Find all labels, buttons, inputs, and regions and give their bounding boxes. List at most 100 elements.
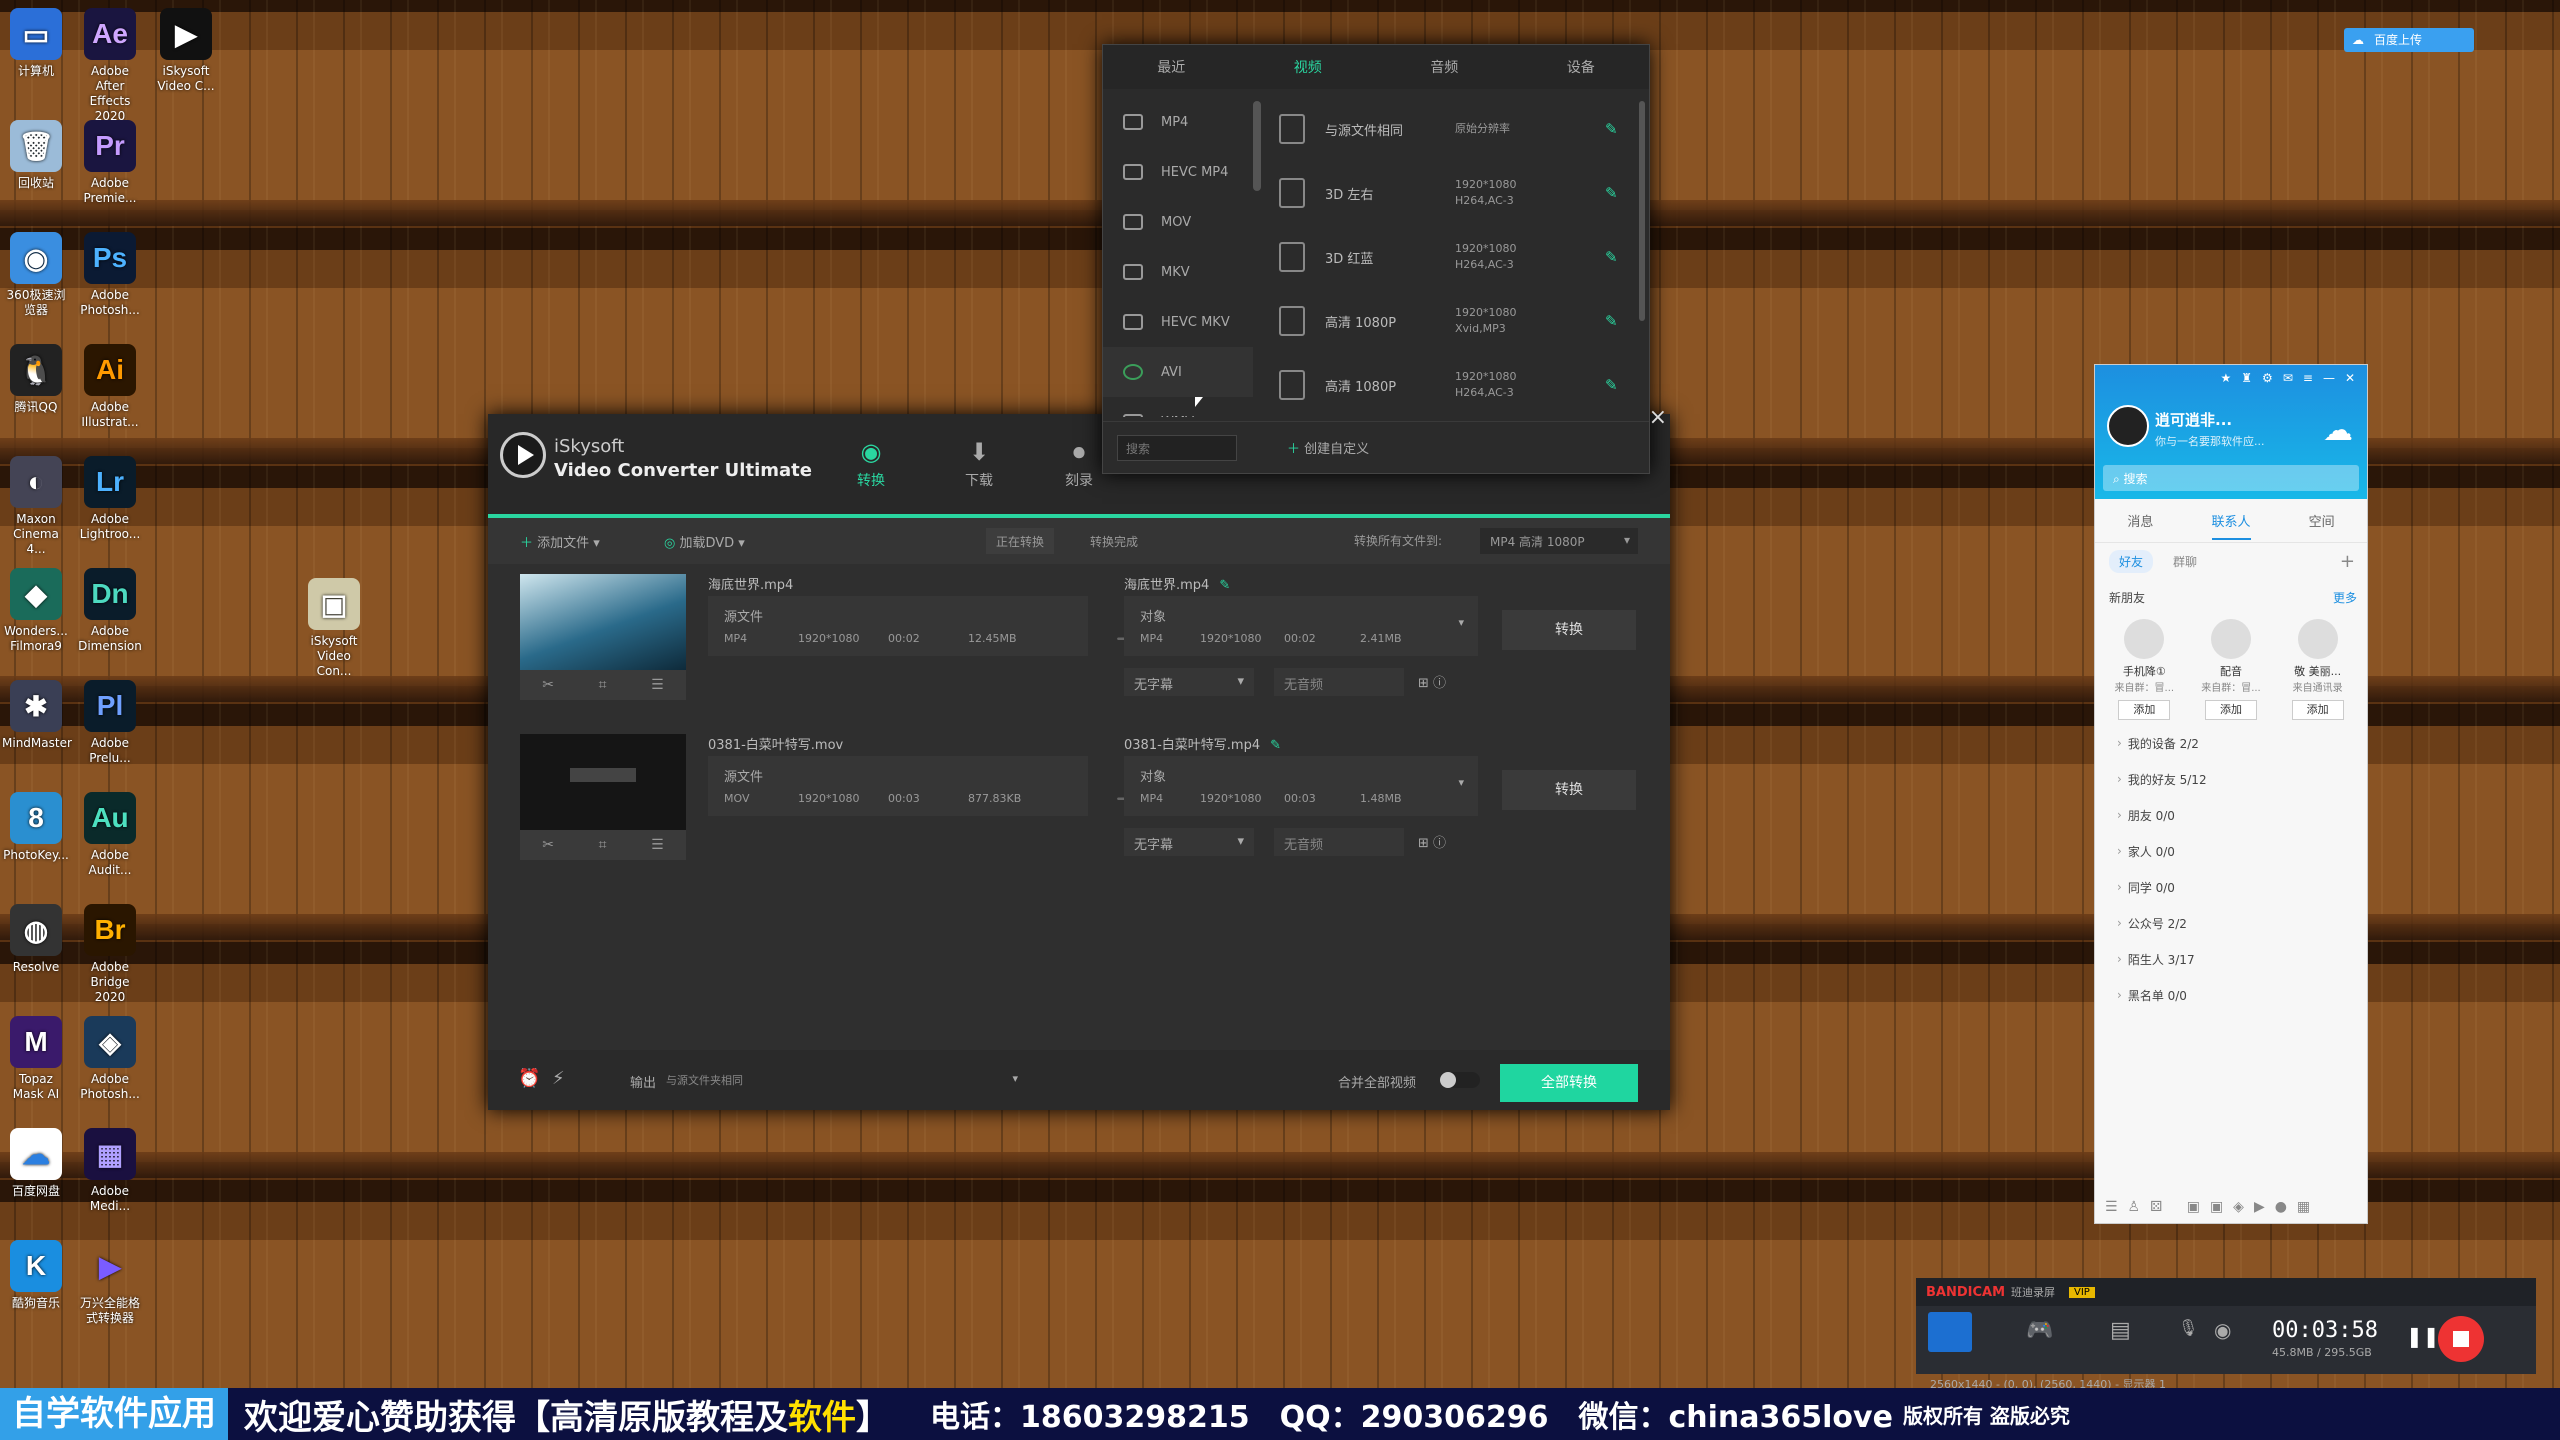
- create-custom-button[interactable]: ＋ 创建自定义: [1287, 438, 1369, 457]
- desktop-icon[interactable]: ▶ iSkysoft Video C...: [152, 8, 220, 94]
- preset-item[interactable]: 与源文件相同 原始分辨率 ✎: [1261, 97, 1641, 161]
- desktop-icon[interactable]: 🐧 腾讯QQ: [2, 344, 70, 415]
- format-item[interactable]: MKV: [1103, 247, 1253, 297]
- cut-icon[interactable]: ✂: [542, 677, 554, 693]
- baidu-upload-button[interactable]: ☁ 百度上传: [2344, 28, 2474, 52]
- merge-toggle[interactable]: [1440, 1072, 1480, 1088]
- edit-icon[interactable]: ✎: [1605, 376, 1618, 394]
- contact-group[interactable]: › 我的好友 5/12: [2095, 761, 2367, 797]
- desktop-icon[interactable]: Br Adobe Bridge 2020: [76, 904, 144, 1005]
- new-friends-header[interactable]: 新朋友 更多: [2095, 579, 2367, 615]
- format-item[interactable]: MOV: [1103, 197, 1253, 247]
- subtab-groups[interactable]: 群聊: [2173, 553, 2197, 570]
- audio-select[interactable]: 无音频: [1274, 668, 1404, 696]
- cut-icon[interactable]: ✂: [542, 837, 554, 853]
- qq-bottom-toolbar[interactable]: ☰♙⚄ ▣▣◈▶●▦: [2105, 1199, 2320, 1215]
- nav-convert[interactable]: ◉ 转换: [836, 438, 906, 490]
- game-mode-icon[interactable]: 🎮: [2026, 1318, 2053, 1343]
- contact-group[interactable]: › 黑名单 0/0: [2095, 977, 2367, 1013]
- minimize-icon[interactable]: —: [2323, 371, 2335, 385]
- format-item[interactable]: HEVC MKV: [1103, 297, 1253, 347]
- edit-icon[interactable]: ✎: [1605, 184, 1618, 202]
- close-icon[interactable]: ✕: [2345, 371, 2355, 385]
- gear-icon[interactable]: ⚙: [2262, 371, 2273, 385]
- preset-item[interactable]: 高清 1080P 1920*1080 Xvid,MP3 ✎: [1261, 289, 1641, 353]
- desktop-icon[interactable]: ▣ iSkysoft Video Con...: [300, 578, 368, 679]
- desktop-icon[interactable]: Pr Adobe Premie...: [76, 120, 144, 206]
- menu-icon[interactable]: ≡: [2303, 371, 2313, 385]
- target-info[interactable]: 对象 MP4 1920*1080 00:02 2.41MB ▾: [1124, 596, 1478, 656]
- tab-contacts[interactable]: 联系人: [2186, 511, 2277, 540]
- preset-item[interactable]: 3D 红蓝 1920*1080 H264,AC-3 ✎: [1261, 225, 1641, 289]
- convert-button[interactable]: 转换: [1502, 610, 1636, 650]
- desktop-icon[interactable]: 8 PhotoKey...: [2, 792, 70, 863]
- scrollbar[interactable]: [1253, 101, 1261, 191]
- add-friend-button[interactable]: 添加: [2204, 700, 2257, 720]
- edit-icon[interactable]: ✎: [1605, 248, 1618, 266]
- video-thumbnail[interactable]: [520, 574, 686, 670]
- avatar[interactable]: [2124, 619, 2165, 659]
- close-icon[interactable]: ×: [1649, 405, 1667, 430]
- add-friend-button[interactable]: 添加: [2118, 700, 2171, 720]
- add-audio-icon[interactable]: ⊞ ⓘ: [1418, 672, 1446, 691]
- format-item[interactable]: WMV: [1103, 397, 1253, 417]
- contact-group[interactable]: › 陌生人 3/17: [2095, 941, 2367, 977]
- output-path-select[interactable]: 与源文件夹相同 ▾: [666, 1068, 1018, 1092]
- nav-download[interactable]: ⬇ 下载: [944, 438, 1014, 490]
- convert-all-select[interactable]: MP4 高清 1080P ▾: [1480, 528, 1638, 554]
- microphone-icon[interactable]: 🎙: [2178, 1318, 2198, 1337]
- hdmi-mode-icon[interactable]: ▤: [2110, 1318, 2131, 1343]
- mail-icon[interactable]: ✉: [2283, 371, 2293, 385]
- desktop-icon[interactable]: Au Adobe Audit...: [76, 792, 144, 878]
- target-info[interactable]: 对象 MP4 1920*1080 00:03 1.48MB ▾: [1124, 756, 1478, 816]
- crop-icon[interactable]: ⌗: [599, 837, 607, 853]
- qq-search-input[interactable]: ⌕ 搜索: [2103, 465, 2359, 491]
- desktop-icon[interactable]: K 酷狗音乐: [2, 1240, 70, 1311]
- pause-icon[interactable]: ❚❚: [2406, 1324, 2440, 1348]
- webcam-icon[interactable]: ◉: [2214, 1318, 2231, 1342]
- contact-group[interactable]: › 我的设备 2/2: [2095, 725, 2367, 761]
- desktop-icon[interactable]: ▭ 计算机: [2, 8, 70, 79]
- format-item[interactable]: AVI: [1103, 347, 1253, 397]
- preset-item[interactable]: 3D 左右 1920*1080 H264,AC-3 ✎: [1261, 161, 1641, 225]
- format-search-input[interactable]: 搜索: [1117, 434, 1237, 461]
- skin-icon[interactable]: ★: [2221, 371, 2232, 385]
- desktop-icon[interactable]: ✱ MindMaster: [2, 680, 72, 751]
- subtitle-select[interactable]: 无字幕 ▾: [1124, 668, 1254, 696]
- signature[interactable]: 你与一名要那软件应...: [2155, 433, 2265, 449]
- format-item[interactable]: MP4: [1103, 97, 1253, 147]
- stop-record-button[interactable]: [2438, 1316, 2484, 1362]
- speed-icon[interactable]: ⚡: [552, 1068, 565, 1089]
- avatar[interactable]: [2107, 405, 2149, 447]
- plus-icon[interactable]: +: [2340, 551, 2355, 572]
- desktop-icon[interactable]: ▦ Adobe Medi...: [76, 1128, 144, 1214]
- add-files-button[interactable]: ＋ 添加文件 ▾: [520, 532, 600, 551]
- load-dvd-button[interactable]: ◎ 加载DVD ▾: [664, 532, 745, 551]
- avatar[interactable]: [2210, 619, 2251, 659]
- convert-button[interactable]: 转换: [1502, 770, 1636, 810]
- desktop-icon[interactable]: ◉ 360极速浏览器: [2, 232, 70, 318]
- preset-item[interactable]: 高清 1080P 1920*1080 H264,AC-3 ✎: [1261, 353, 1641, 417]
- desktop-icon[interactable]: ◆ Wonders... Filmora9: [2, 568, 70, 654]
- avatar[interactable]: [2297, 619, 2338, 659]
- desktop-icon[interactable]: M Topaz Mask AI: [2, 1016, 70, 1102]
- tab-converting[interactable]: 正在转换: [986, 528, 1055, 554]
- contact-group[interactable]: › 家人 0/0: [2095, 833, 2367, 869]
- tab-done[interactable]: 转换完成: [1080, 528, 1148, 554]
- format-tab[interactable]: 音频: [1376, 57, 1513, 77]
- shirt-icon[interactable]: ♜: [2241, 371, 2252, 385]
- qq-window-controls[interactable]: ★ ♜ ⚙ ✉ ≡ — ✕: [2095, 365, 2367, 391]
- convert-all-button[interactable]: 全部转换: [1500, 1064, 1638, 1102]
- desktop-icon[interactable]: ☁ 百度网盘: [2, 1128, 70, 1199]
- format-tab[interactable]: 最近: [1103, 57, 1240, 77]
- desktop-icon[interactable]: ◈ Adobe Photosh...: [76, 1016, 144, 1102]
- contact-group[interactable]: › 同学 0/0: [2095, 869, 2367, 905]
- scrollbar[interactable]: [1639, 101, 1645, 321]
- tab-space[interactable]: 空间: [2276, 511, 2367, 530]
- audio-select[interactable]: 无音频: [1274, 828, 1404, 856]
- format-item[interactable]: HEVC MP4: [1103, 147, 1253, 197]
- effects-icon[interactable]: ☰: [651, 837, 664, 853]
- desktop-icon[interactable]: ◐ Maxon Cinema 4...: [2, 456, 70, 557]
- format-tab[interactable]: 设备: [1513, 57, 1650, 77]
- desktop-icon[interactable]: Ai Adobe Illustrat...: [76, 344, 144, 430]
